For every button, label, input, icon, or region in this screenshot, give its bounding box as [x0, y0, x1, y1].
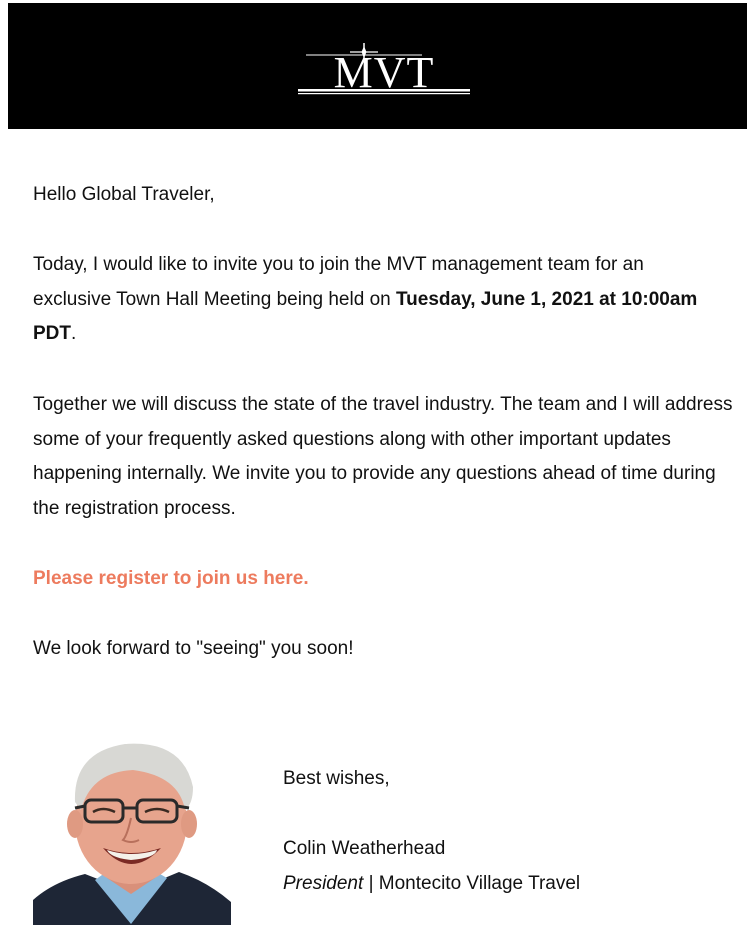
- signer-role: President: [283, 873, 364, 894]
- closing-paragraph: We look forward to "seeing" you soon!: [33, 638, 354, 659]
- register-paragraph: Please register to join us here.: [33, 562, 309, 597]
- portrait-image: [33, 732, 231, 925]
- author-photo: [33, 732, 231, 925]
- greeting: Hello Global Traveler,: [33, 184, 215, 205]
- mvt-logo-graphic: MVT: [298, 43, 470, 97]
- signoff: Best wishes,: [283, 768, 390, 789]
- signer-name: Colin Weatherhead: [283, 838, 446, 859]
- logo-text: MVT: [334, 48, 435, 97]
- mvt-logo[interactable]: MVT: [286, 33, 478, 103]
- title-separator: |: [368, 873, 374, 894]
- signer-title: President | Montecito Village Travel: [283, 867, 580, 902]
- details-paragraph: Together we will discuss the state of th…: [33, 394, 733, 519]
- invitation-paragraph: Today, I would like to invite you to joi…: [33, 248, 723, 352]
- invitation-period: .: [71, 323, 77, 344]
- register-link[interactable]: Please register to join us here.: [33, 568, 309, 589]
- email-header-banner: MVT: [8, 3, 747, 129]
- left-border: [0, 0, 8, 935]
- signer-company: Montecito Village Travel: [378, 873, 581, 894]
